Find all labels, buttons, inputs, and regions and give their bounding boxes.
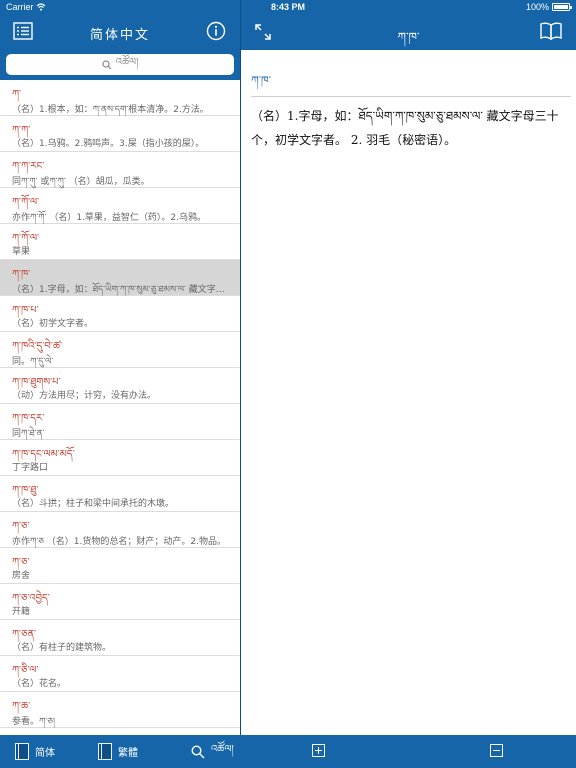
tab-traditional-label: 繁體 xyxy=(118,748,138,759)
detail-headword: ཀ་ཁ་ xyxy=(251,74,272,87)
entry-definition: （动）方法用尽；计穷，没有办法。 xyxy=(12,391,157,401)
search-placeholder: འཚོལ། xyxy=(115,56,139,68)
entry-definition: 参看。ཀ་ཅ། xyxy=(12,717,55,727)
list-item[interactable]: ཀ་ཀ་རང་ 同ཀ་ཀུ་ 或ཀ་ཀུ་ （名）胡瓜，瓜类。 xyxy=(0,152,240,188)
search-input[interactable]: འཚོལ། xyxy=(6,54,234,75)
entry-definition: （名）花名。 xyxy=(12,679,67,689)
bottom-toolbar: 简体 繁體 འཚོལ། xyxy=(0,735,576,768)
tab-simplified[interactable]: 简体 xyxy=(15,735,55,768)
list-item[interactable]: ཀ་ཁའི་དུ་བེ་ཚ་ 同。ཀ་དུ་ལེ་ xyxy=(0,332,240,368)
split-divider xyxy=(240,0,241,768)
list-item[interactable]: ཀ་ཁ་དང་ལམ་མདོ་ 丁字路口 xyxy=(0,440,240,476)
tab-traditional[interactable]: 繁體 xyxy=(98,735,138,768)
list-item[interactable]: ཀ་ཀོ་ལ་ 草果 xyxy=(0,224,240,260)
entry-definition: 丁字路口 xyxy=(12,463,49,473)
right-nav-bar: ཀ་ཁ་ xyxy=(241,14,576,50)
list-item[interactable]: ཀ་ཅ་ 亦作ཀ་ཅ （名）1.货物的总名；财产；动产。2.物品。 xyxy=(0,512,240,548)
list-item[interactable]: ཀ་ཅ་འབྱེད་ 开籍 xyxy=(0,584,240,620)
list-item[interactable]: ཀ་ཀ་ （名）1.乌鸦。2.鸦鸣声。3.屎（指小孩的屎）。 xyxy=(0,116,240,152)
entry-definition: （名）有柱子的建筑物。 xyxy=(12,643,112,653)
left-nav-bar: 简体中文 xyxy=(0,14,240,50)
language-title: 简体中文 xyxy=(89,28,150,43)
tab-search-label: འཚོལ། xyxy=(211,743,234,755)
entry-definition: 开籍 xyxy=(12,607,31,617)
entry-definition: （名）1.乌鸦。2.鸦鸣声。3.屎（指小孩的屎）。 xyxy=(12,139,205,149)
list-item[interactable]: ཀ་ཅན་ （名）有柱子的建筑物。 xyxy=(0,620,240,656)
entry-list[interactable]: ཀ་ （名）1.根本，如：ཀ་ནས་དག་根本清净。2.方法。 ཀ་ཀ་ （名）1.乌… xyxy=(0,80,240,735)
entry-definition: （名）斗拱；柱子和梁中间承托的木墩。 xyxy=(12,499,175,509)
battery-percent: 100% xyxy=(525,2,549,12)
list-item[interactable]: ཀ་ （名）1.根本，如：ཀ་ནས་དག་根本清净。2.方法。 xyxy=(0,80,240,116)
detail-definition: （名）1.字母，如：ཐོད་ཡིག་ཀ་ཁ་སུམ་ཅུ་ཐམས་ལ་ 藏文字母… xyxy=(251,109,559,147)
tab-search[interactable]: འཚོལ། xyxy=(191,735,234,768)
battery-status: 100% xyxy=(525,2,572,12)
minus-icon[interactable] xyxy=(490,744,503,757)
book-icon xyxy=(15,743,29,760)
detail-divider xyxy=(251,96,571,97)
search-bar: འཚོལ། xyxy=(0,50,240,80)
info-icon[interactable] xyxy=(206,21,226,45)
status-bar: Carrier 8:43 PM 100% xyxy=(0,0,576,14)
list-item[interactable]: ཀ་ཁ་ཐུ་ （名）斗拱；柱子和梁中间承托的木墩。 xyxy=(0,476,240,512)
list-item[interactable]: ཀ་ཁ་པ་ （名）初学文字者。 xyxy=(0,296,240,332)
list-item[interactable]: ཀ་ཀོ་ལ་ 亦作ཀ་ཀོ་ （名）1.草果，益智仁（药）。2.乌鸦。 xyxy=(0,188,240,224)
entry-definition: 草果 xyxy=(12,247,31,257)
tab-simplified-label: 简体 xyxy=(35,748,55,759)
list-item[interactable]: ཀ་ཅ་ 房舍 xyxy=(0,548,240,584)
entry-definition: 房舍 xyxy=(12,571,31,581)
book-icon xyxy=(98,743,112,760)
battery-icon xyxy=(552,3,572,11)
entry-definition: （名）初学文字者。 xyxy=(12,319,94,329)
list-item[interactable]: ཀ་ཁ་ （名）1.字母，如：ཐོད་ཡིག་ཀ་ཁ་སུམ་ཅུ་ཐམས་ལ་ … xyxy=(0,260,240,296)
clock: 8:43 PM xyxy=(270,2,305,12)
book-open-icon[interactable] xyxy=(540,22,562,44)
list-item[interactable]: ཀ་ཁ་དར་ 同ཀ་ཐེ་ན་ xyxy=(0,404,240,440)
search-icon xyxy=(102,59,112,69)
list-item[interactable]: ཀ་ཅི་ལ་ （名）花名。 xyxy=(0,656,240,692)
entry-title: ཀ་ཁ་ xyxy=(397,30,420,44)
search-icon xyxy=(191,744,205,758)
list-item[interactable]: ཀ་ཁ་ཐུགས་པ་ （动）方法用尽；计穷，没有办法。 xyxy=(0,368,240,404)
list-item[interactable]: ཀ་ཆ་ 参看。ཀ་ཅ། xyxy=(0,692,240,728)
plus-icon[interactable] xyxy=(312,744,325,757)
